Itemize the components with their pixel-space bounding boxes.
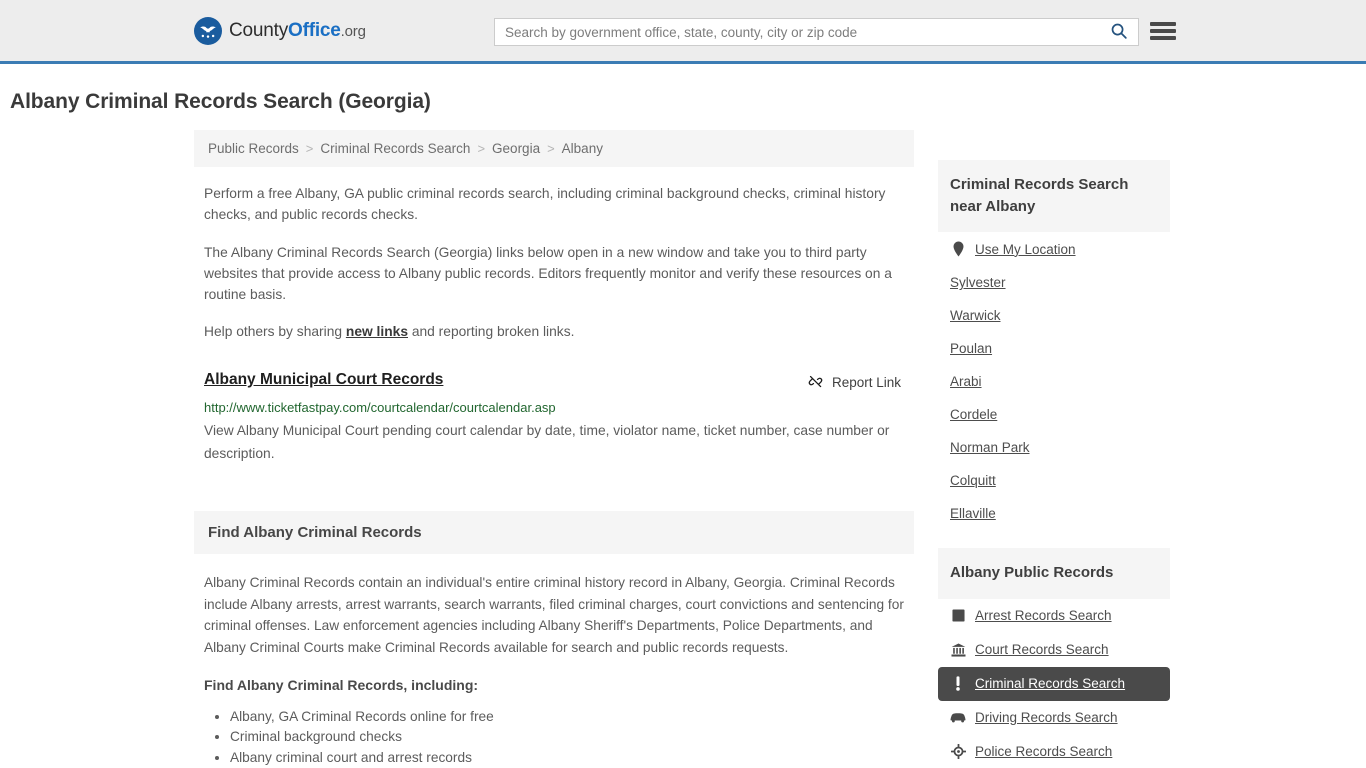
broken-link-icon xyxy=(807,373,824,393)
report-link-button[interactable]: Report Link xyxy=(807,373,901,393)
courthouse-icon xyxy=(950,642,966,658)
list-item: Criminal background checks xyxy=(230,727,914,747)
hamburger-menu-icon[interactable] xyxy=(1150,20,1176,42)
result-description: View Albany Municipal Court pending cour… xyxy=(204,419,904,465)
sidebar-public-records-heading: Albany Public Records xyxy=(938,548,1170,598)
sidebar-item-police-records-search[interactable]: Police Records Search xyxy=(938,735,1170,768)
report-link-label: Report Link xyxy=(832,375,901,390)
sidebar-item-label[interactable]: Use My Location xyxy=(975,242,1076,257)
sidebar-item-label[interactable]: Norman Park xyxy=(950,440,1030,455)
sidebar-item-label[interactable]: Arabi xyxy=(950,374,982,389)
sidebar-item-label[interactable]: Arrest Records Search xyxy=(975,608,1112,623)
sidebar-item-driving-records-search[interactable]: Driving Records Search xyxy=(938,701,1170,735)
sidebar-item-label[interactable]: Court Records Search xyxy=(975,642,1109,657)
sidebar: Criminal Records Search near Albany Use … xyxy=(938,130,1170,768)
new-links-link[interactable]: new links xyxy=(346,324,408,339)
site-logo[interactable]: CountyOffice.org xyxy=(194,17,366,45)
share-text-before: Help others by sharing xyxy=(204,324,346,339)
car-icon xyxy=(950,710,966,726)
logo-text-org: .org xyxy=(341,23,366,40)
breadcrumb-item-public-records[interactable]: Public Records xyxy=(208,141,299,156)
sidebar-public-records-list: Arrest Records Search Court Record xyxy=(938,599,1170,768)
breadcrumb: Public Records > Criminal Records Search… xyxy=(194,130,914,167)
share-text-after: and reporting broken links. xyxy=(408,324,574,339)
page-title: Albany Criminal Records Search (Georgia) xyxy=(10,90,1366,114)
content-container: Public Records > Criminal Records Search… xyxy=(194,130,1170,768)
sidebar-nearby-heading: Criminal Records Search near Albany xyxy=(938,160,1170,232)
breadcrumb-separator: > xyxy=(477,141,485,156)
sidebar-item-label[interactable]: Sylvester xyxy=(950,275,1006,290)
hamburger-bar-2 xyxy=(1150,29,1176,33)
find-section-body: Albany Criminal Records contain an indiv… xyxy=(204,572,914,768)
sidebar-item-cordele[interactable]: Cordele xyxy=(938,398,1170,431)
fingerprint-card-icon xyxy=(950,608,966,624)
sidebar-item-label[interactable]: Colquitt xyxy=(950,473,996,488)
sidebar-item-court-records-search[interactable]: Court Records Search xyxy=(938,633,1170,667)
police-badge-icon xyxy=(950,744,966,760)
find-section-list: Albany, GA Criminal Records online for f… xyxy=(204,707,914,768)
sidebar-item-use-my-location[interactable]: Use My Location xyxy=(938,232,1170,266)
sidebar-item-label[interactable]: Criminal Records Search xyxy=(975,676,1125,691)
result-title-link[interactable]: Albany Municipal Court Records xyxy=(204,371,443,389)
exclamation-icon xyxy=(950,676,966,692)
sidebar-item-label[interactable]: Driving Records Search xyxy=(975,710,1118,725)
page-body: Albany Criminal Records Search (Georgia)… xyxy=(0,90,1366,768)
intro-paragraph-1: Perform a free Albany, GA public crimina… xyxy=(204,184,904,226)
logo-text: CountyOffice.org xyxy=(229,20,366,42)
hamburger-bar-3 xyxy=(1150,36,1176,40)
sidebar-item-label[interactable]: Police Records Search xyxy=(975,744,1112,759)
sidebar-item-colquitt[interactable]: Colquitt xyxy=(938,464,1170,497)
logo-text-office: Office xyxy=(288,20,341,41)
intro-paragraph-2: The Albany Criminal Records Search (Geor… xyxy=(204,243,904,306)
site-header: CountyOffice.org xyxy=(0,0,1366,64)
search-button[interactable] xyxy=(1100,19,1138,45)
sidebar-item-arrest-records-search[interactable]: Arrest Records Search xyxy=(938,599,1170,633)
breadcrumb-separator: > xyxy=(547,141,555,156)
sidebar-item-sylvester[interactable]: Sylvester xyxy=(938,266,1170,299)
sidebar-item-label[interactable]: Warwick xyxy=(950,308,1001,323)
sidebar-item-criminal-records-search[interactable]: Criminal Records Search xyxy=(938,667,1170,701)
sidebar-item-poulan[interactable]: Poulan xyxy=(938,332,1170,365)
sidebar-item-warwick[interactable]: Warwick xyxy=(938,299,1170,332)
sidebar-item-label[interactable]: Ellaville xyxy=(950,506,996,521)
sidebar-item-norman-park[interactable]: Norman Park xyxy=(938,431,1170,464)
list-item: Albany criminal court and arrest records xyxy=(230,748,914,768)
intro-paragraph-3: Help others by sharing new links and rep… xyxy=(204,322,904,343)
sidebar-nearby-list: Use My Location Sylvester Warwick Poulan… xyxy=(938,232,1170,530)
search-bar xyxy=(494,18,1139,46)
result-header-row: Albany Municipal Court Records Report Li… xyxy=(204,371,914,393)
search-input[interactable] xyxy=(495,19,1100,45)
map-pin-icon xyxy=(950,241,966,257)
find-section-paragraph: Albany Criminal Records contain an indiv… xyxy=(204,572,914,658)
find-section-heading: Find Albany Criminal Records xyxy=(194,511,914,554)
breadcrumb-item-georgia[interactable]: Georgia xyxy=(492,141,540,156)
result-url-link[interactable]: http://www.ticketfastpay.com/courtcalend… xyxy=(204,400,914,415)
hamburger-bar-1 xyxy=(1150,22,1176,26)
sidebar-item-arabi[interactable]: Arabi xyxy=(938,365,1170,398)
search-icon xyxy=(1110,22,1128,43)
sidebar-item-label[interactable]: Cordele xyxy=(950,407,997,422)
breadcrumb-separator: > xyxy=(306,141,314,156)
result-entry: Albany Municipal Court Records Report Li… xyxy=(204,371,914,465)
breadcrumb-item-albany[interactable]: Albany xyxy=(562,141,603,156)
logo-text-county: County xyxy=(229,20,288,41)
sidebar-item-ellaville[interactable]: Ellaville xyxy=(938,497,1170,530)
sidebar-item-label[interactable]: Poulan xyxy=(950,341,992,356)
eagle-shield-icon xyxy=(194,17,222,45)
breadcrumb-item-criminal-records-search[interactable]: Criminal Records Search xyxy=(320,141,470,156)
main-column: Public Records > Criminal Records Search… xyxy=(194,130,914,768)
list-item: Albany, GA Criminal Records online for f… xyxy=(230,707,914,727)
find-section-subheading: Find Albany Criminal Records, including: xyxy=(204,677,914,693)
